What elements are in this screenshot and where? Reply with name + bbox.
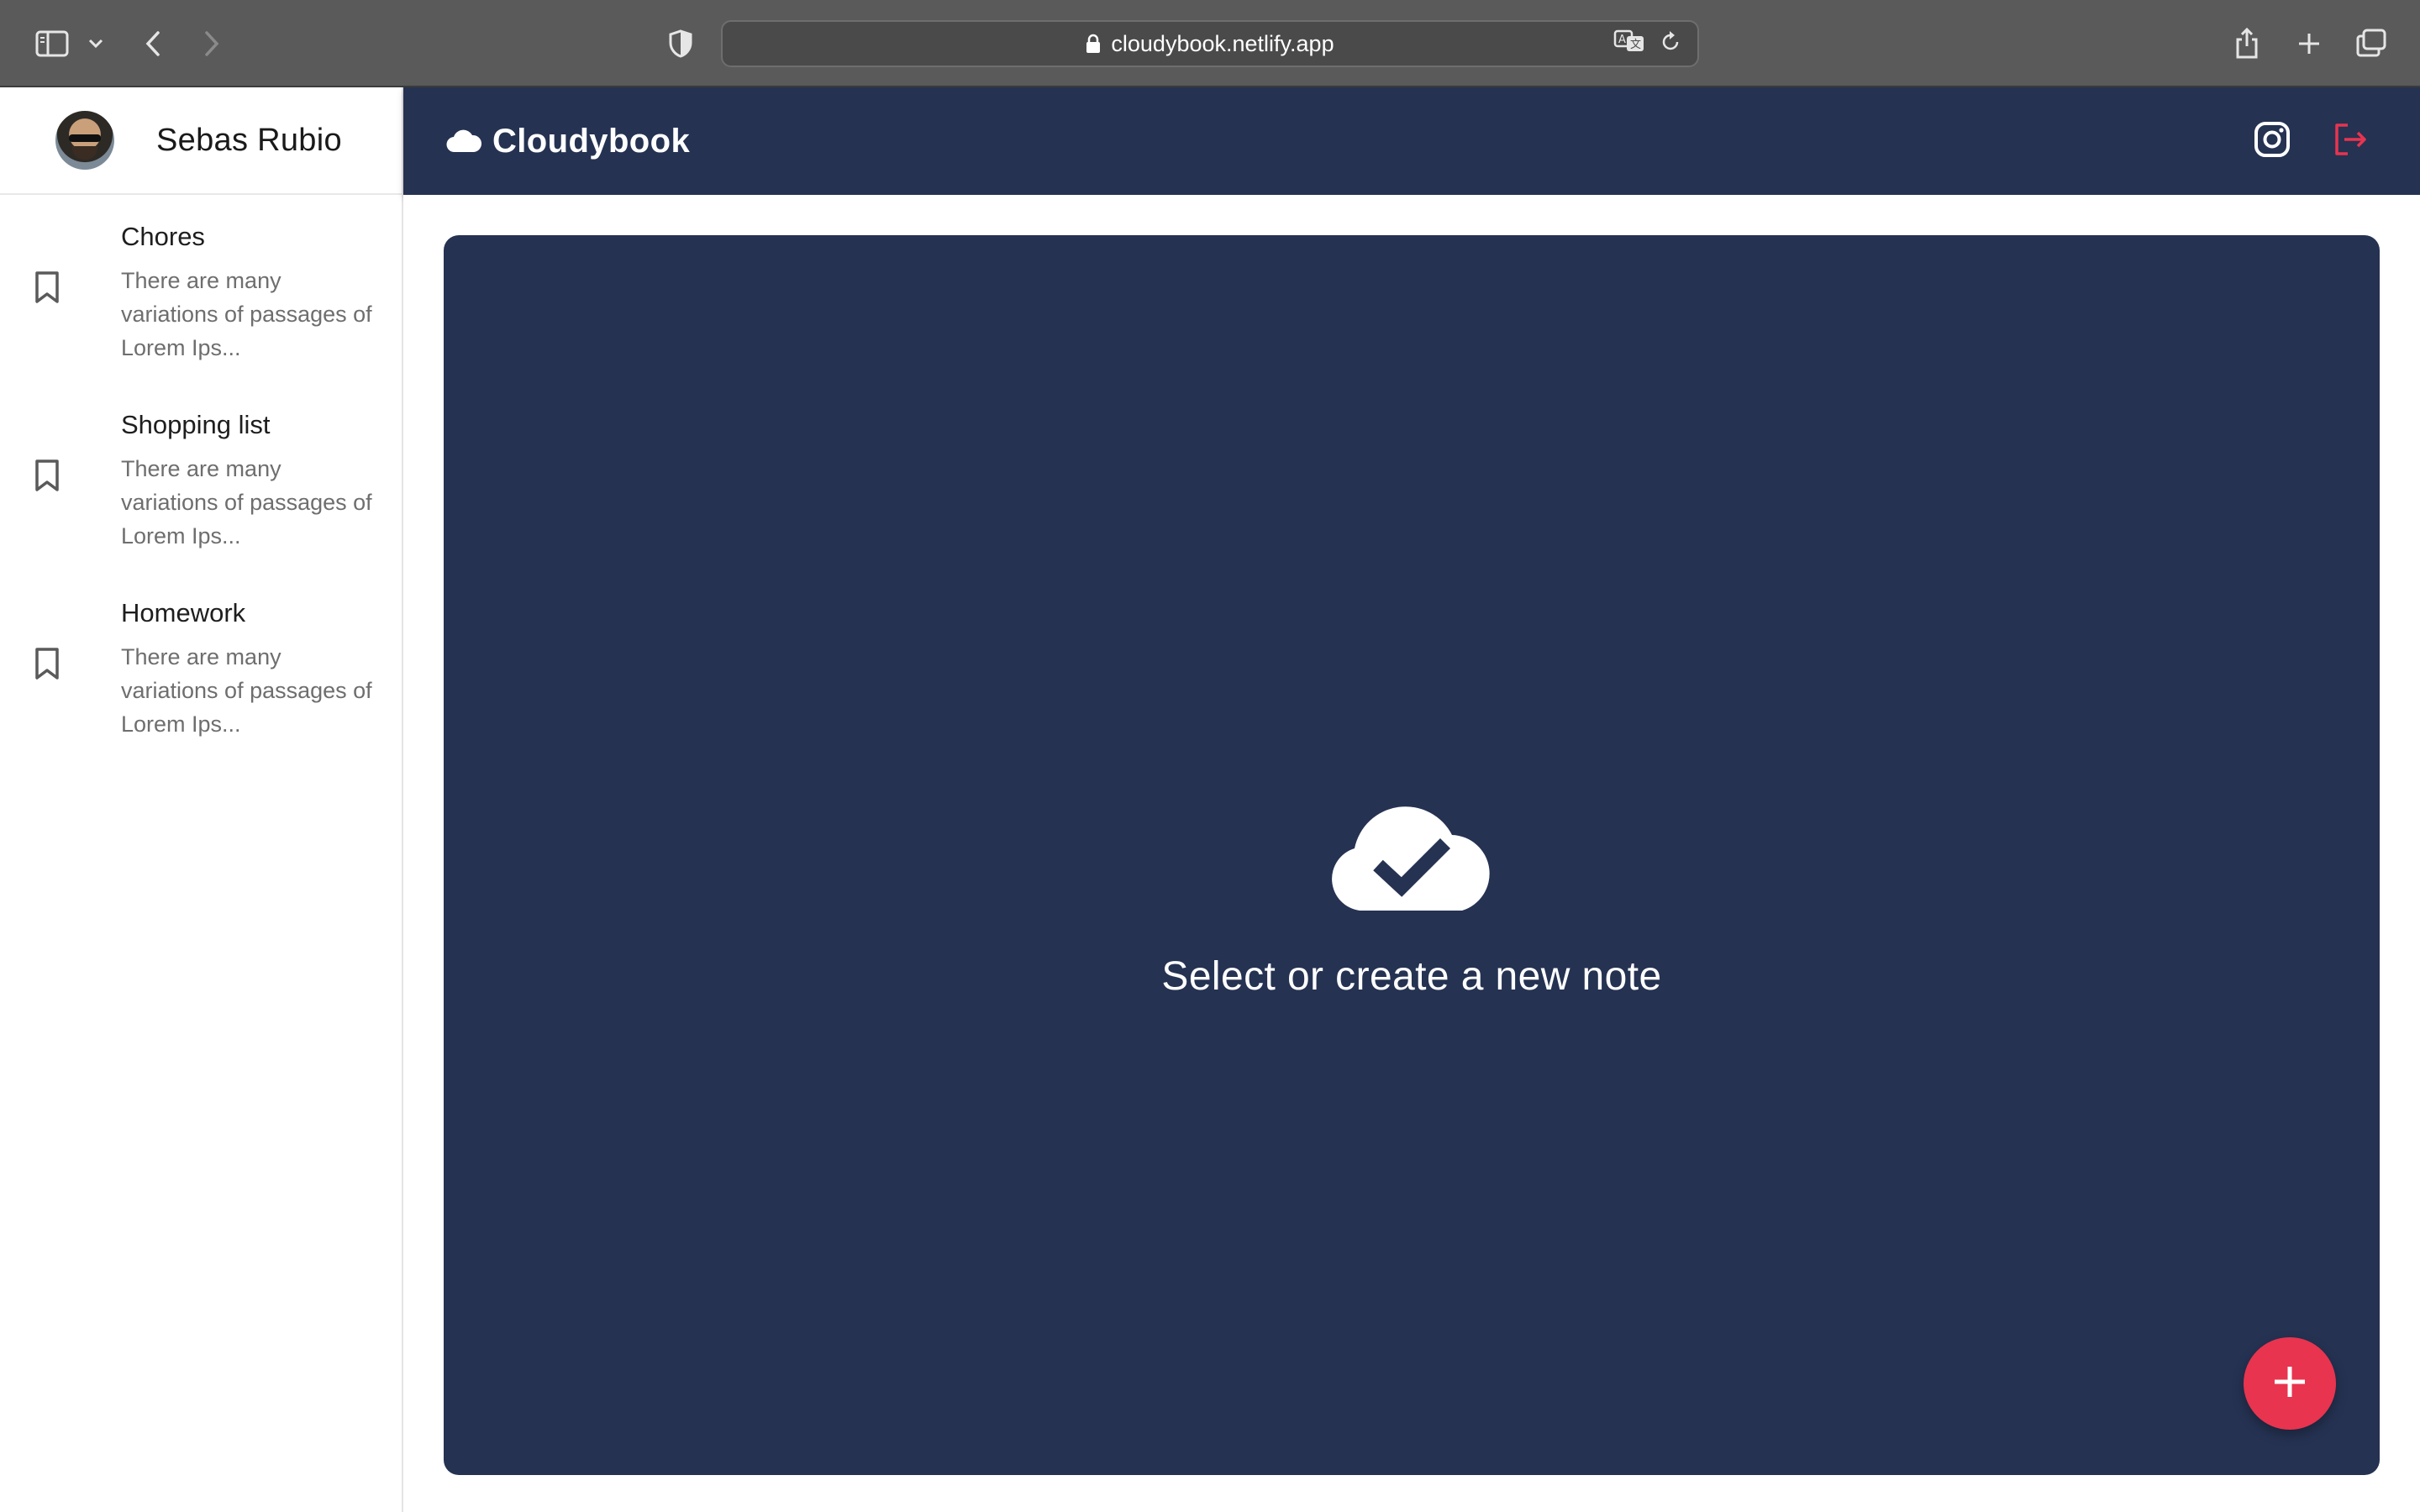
brand-name: Cloudybook bbox=[492, 122, 691, 160]
share-icon[interactable] bbox=[2232, 24, 2262, 62]
note-item-homework[interactable]: Homework There are many variations of pa… bbox=[0, 588, 402, 776]
reload-icon[interactable] bbox=[1660, 30, 1681, 58]
note-title: Shopping list bbox=[121, 410, 271, 439]
app-header: Cloudybook bbox=[403, 87, 2420, 195]
add-note-button[interactable] bbox=[2244, 1337, 2336, 1430]
svg-text:文: 文 bbox=[1630, 39, 1641, 51]
main-content: Select or create a new note bbox=[403, 195, 2420, 1512]
user-header: Sebas Rubio bbox=[0, 87, 402, 195]
new-tab-icon[interactable] bbox=[2294, 27, 2324, 60]
note-panel: Select or create a new note bbox=[444, 235, 2380, 1475]
empty-message: Select or create a new note bbox=[1161, 954, 1662, 999]
note-title: Chores bbox=[121, 222, 205, 251]
note-title: Homework bbox=[121, 598, 246, 627]
instagram-icon[interactable] bbox=[2254, 121, 2291, 162]
bookmark-icon bbox=[34, 270, 60, 308]
chevron-down-icon[interactable] bbox=[86, 34, 106, 54]
note-item-chores[interactable]: Chores There are many variations of pass… bbox=[0, 212, 402, 400]
cloud-check-icon bbox=[1326, 798, 1497, 916]
url-text: cloudybook.netlify.app bbox=[1111, 30, 1334, 56]
tabs-overview-icon[interactable] bbox=[2354, 25, 2388, 60]
translate-icon[interactable]: A文 bbox=[1613, 29, 1645, 59]
lock-icon bbox=[1086, 34, 1101, 54]
back-icon[interactable] bbox=[141, 27, 165, 60]
note-preview: There are many variations of passages of… bbox=[121, 268, 372, 360]
note-preview: There are many variations of passages of… bbox=[121, 644, 372, 737]
logout-icon[interactable] bbox=[2333, 122, 2370, 161]
brand: Cloudybook bbox=[445, 123, 690, 160]
plus-icon bbox=[2271, 1363, 2308, 1404]
bookmark-icon bbox=[34, 459, 60, 496]
cloud-icon bbox=[445, 129, 482, 154]
note-item-shopping-list[interactable]: Shopping list There are many variations … bbox=[0, 400, 402, 588]
bookmark-icon bbox=[34, 647, 60, 685]
avatar[interactable] bbox=[55, 111, 114, 170]
note-preview: There are many variations of passages of… bbox=[121, 456, 372, 549]
address-bar[interactable]: cloudybook.netlify.app A文 bbox=[721, 20, 1699, 67]
sidebar-toggle-icon[interactable] bbox=[34, 27, 71, 60]
shield-icon[interactable] bbox=[664, 27, 697, 60]
forward-icon[interactable] bbox=[200, 27, 224, 60]
svg-text:A: A bbox=[1618, 34, 1626, 46]
user-name: Sebas Rubio bbox=[156, 122, 342, 158]
empty-state: Select or create a new note bbox=[444, 798, 2380, 1000]
note-list: Chores There are many variations of pass… bbox=[0, 195, 402, 776]
notes-sidebar: Sebas Rubio Chores There are many variat… bbox=[0, 87, 403, 1512]
browser-toolbar: cloudybook.netlify.app A文 bbox=[0, 0, 2420, 87]
